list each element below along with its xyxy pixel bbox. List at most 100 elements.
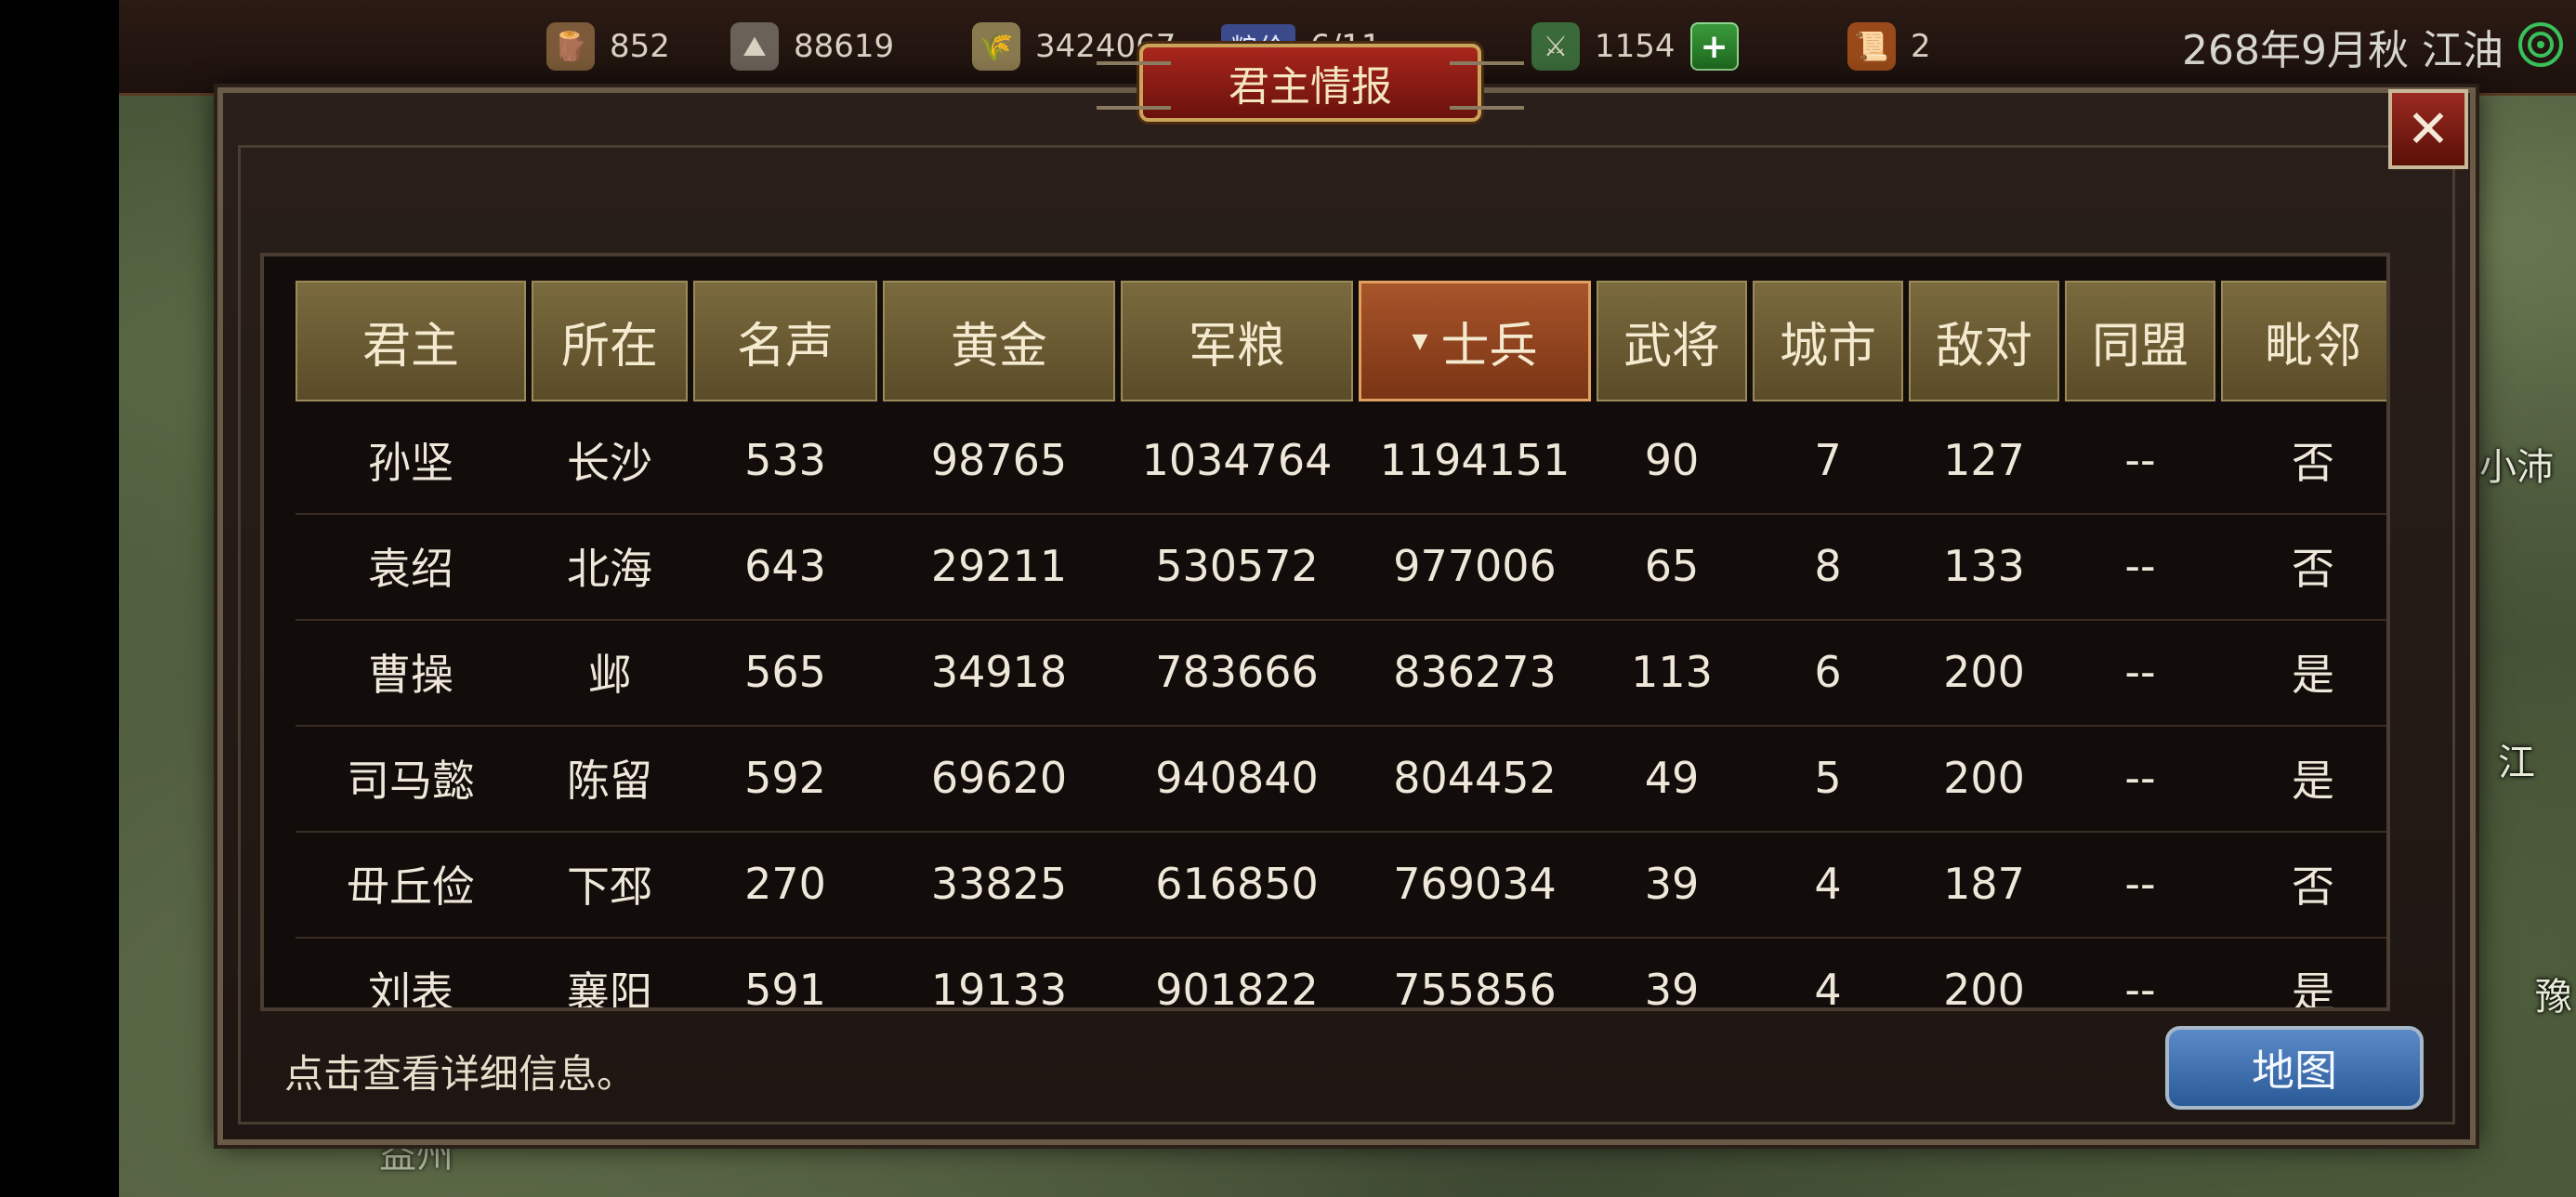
close-button[interactable]: ✕	[2388, 89, 2468, 169]
column-header-label: 城市	[1779, 318, 1876, 375]
table-cell: 530572	[1155, 541, 1319, 591]
column-header[interactable]: 黄金	[883, 281, 1115, 401]
table-cell: 长沙	[567, 438, 652, 488]
table-cell: 187	[1943, 859, 2025, 909]
map-button[interactable]: 地图	[2165, 1026, 2424, 1110]
column-header-label: 敌对	[1935, 318, 2032, 375]
column-header-label: 黄金	[950, 318, 1047, 375]
table-cell: 200	[1943, 965, 2025, 1011]
table-cell: 49	[1644, 753, 1700, 803]
title-ornament	[1450, 61, 1524, 110]
map-city-label[interactable]: 小沛	[2479, 437, 2554, 491]
table-cell: 783666	[1155, 647, 1319, 697]
resource-stone[interactable]: ⛰ 88619	[730, 17, 894, 76]
table-cell: 133	[1943, 541, 2025, 591]
column-header-label: 同盟	[2091, 318, 2188, 375]
table-cell: 5	[1814, 753, 1842, 803]
table-cell: 毌丘俭	[347, 862, 475, 912]
table-cell: 袁绍	[368, 544, 453, 594]
table-cell: 127	[1943, 435, 2025, 485]
order-scroll-icon: 📜	[1847, 22, 1896, 71]
resource-wood[interactable]: 🪵 852	[546, 17, 670, 76]
table-cell: 755856	[1393, 965, 1557, 1011]
table-cell: 下邳	[567, 862, 652, 912]
table-row[interactable]: 曹操 邺 565 34918 783666 836273 113 6 200 -- 是	[296, 621, 2386, 727]
soldier-icon: ⚔	[1531, 22, 1580, 71]
ruler-table: 君主 所在 名声 黄金 军粮 ▼ 士兵 武将 城市 敌对 同盟 毗邻 孙坚 长沙 533 98765 1034…	[260, 253, 2390, 1011]
table-row[interactable]: 毌丘俭 下邳 270 33825 616850 769034 39 4 187 -- 否	[296, 833, 2386, 939]
table-cell: 否	[2292, 862, 2334, 912]
resource-value: 2	[1911, 28, 1931, 65]
table-cell: 7	[1814, 435, 1842, 485]
table-cell: 98765	[930, 435, 1068, 485]
column-header[interactable]: 军粮	[1121, 281, 1353, 401]
column-header[interactable]: 所在	[532, 281, 688, 401]
column-header[interactable]: 城市	[1753, 281, 1903, 401]
column-header[interactable]: 毗邻	[2221, 281, 2386, 401]
table-row[interactable]: 司马懿 陈留 592 69620 940840 804452 49 5 200 -- 是	[296, 727, 2386, 833]
table-cell: 曹操	[368, 650, 453, 700]
table-cell: 836273	[1393, 647, 1557, 697]
column-header[interactable]: 君主	[296, 281, 526, 401]
table-cell: 270	[744, 859, 826, 909]
table-cell: 1034764	[1141, 435, 1333, 485]
table-cell: 591	[744, 965, 826, 1011]
resource-soldiers[interactable]: ⚔ 1154 +	[1531, 17, 1739, 76]
resource-value: 88619	[794, 28, 895, 65]
table-cell: 8	[1814, 541, 1842, 591]
column-header[interactable]: 武将	[1597, 281, 1747, 401]
table-cell: 19133	[930, 965, 1068, 1011]
game-screen: 小沛 江 豫 益州 🪵 852 ⛰ 88619 🌾 3424067 粮价 6/1…	[0, 0, 2576, 1197]
map-city-label[interactable]: 江	[2498, 732, 2535, 786]
dialog-title: 君主情报	[1139, 44, 1481, 122]
table-cell: 90	[1644, 435, 1700, 485]
column-header-label: 士兵	[1440, 318, 1538, 375]
table-cell: 592	[744, 753, 826, 803]
table-cell: 200	[1943, 753, 2025, 803]
table-cell: 33825	[930, 859, 1068, 909]
table-row[interactable]: 刘表 襄阳 591 19133 901822 755856 39 4 200 -- 是	[296, 939, 2386, 1011]
add-soldiers-button[interactable]: +	[1689, 22, 1739, 71]
table-row[interactable]: 袁绍 北海 643 29211 530572 977006 65 8 133 -- 否	[296, 515, 2386, 621]
table-cell: 6	[1814, 647, 1842, 697]
grain-sack-icon: 🌾	[972, 22, 1020, 71]
column-header[interactable]: 同盟	[2065, 281, 2215, 401]
table-cell: 4	[1814, 859, 1842, 909]
table-cell: 29211	[930, 541, 1068, 591]
table-cell: 司马懿	[347, 756, 475, 806]
table-cell: 39	[1644, 859, 1700, 909]
table-cell: --	[2124, 859, 2156, 909]
column-header[interactable]: 敌对	[1909, 281, 2059, 401]
table-cell: 34918	[930, 647, 1068, 697]
table-cell: 是	[2292, 967, 2334, 1011]
footer-hint: 点击查看详细信息。	[284, 1051, 637, 1097]
table-cell: 陈留	[567, 756, 652, 806]
table-cell: 901822	[1155, 965, 1319, 1011]
table-cell: 940840	[1155, 753, 1319, 803]
sort-descending-icon: ▼	[1412, 329, 1428, 353]
table-cell: --	[2124, 753, 2156, 803]
column-header[interactable]: 名声	[693, 281, 877, 401]
dialog-title-plate: 君主情报	[1097, 41, 1524, 125]
table-row[interactable]: 孙坚 长沙 533 98765 1034764 1194151 90 7 127 -- 否	[296, 409, 2386, 515]
map-region-label: 豫	[2535, 976, 2572, 1019]
column-header-label: 武将	[1623, 318, 1720, 375]
table-cell: --	[2124, 647, 2156, 697]
table-cell: 是	[2292, 650, 2334, 700]
table-cell: 4	[1814, 965, 1842, 1011]
table-cell: 769034	[1393, 859, 1557, 909]
table-cell: 是	[2292, 756, 2334, 806]
table-cell: 643	[744, 541, 826, 591]
game-date-location: 268年9月秋 江油	[2182, 27, 2504, 74]
table-cell: 616850	[1155, 859, 1319, 909]
column-header[interactable]: ▼ 士兵	[1359, 281, 1591, 401]
column-header-label: 毗邻	[2264, 318, 2361, 375]
table-cell: 69620	[930, 753, 1068, 803]
table-cell: 533	[744, 435, 826, 485]
column-header-label: 军粮	[1188, 318, 1285, 375]
table-cell: 襄阳	[567, 967, 652, 1011]
resource-value: 1154	[1595, 28, 1676, 65]
resource-orders[interactable]: 📜 2	[1847, 17, 1931, 76]
table-cell: 刘表	[368, 967, 453, 1011]
table-cell: 邺	[588, 650, 631, 700]
